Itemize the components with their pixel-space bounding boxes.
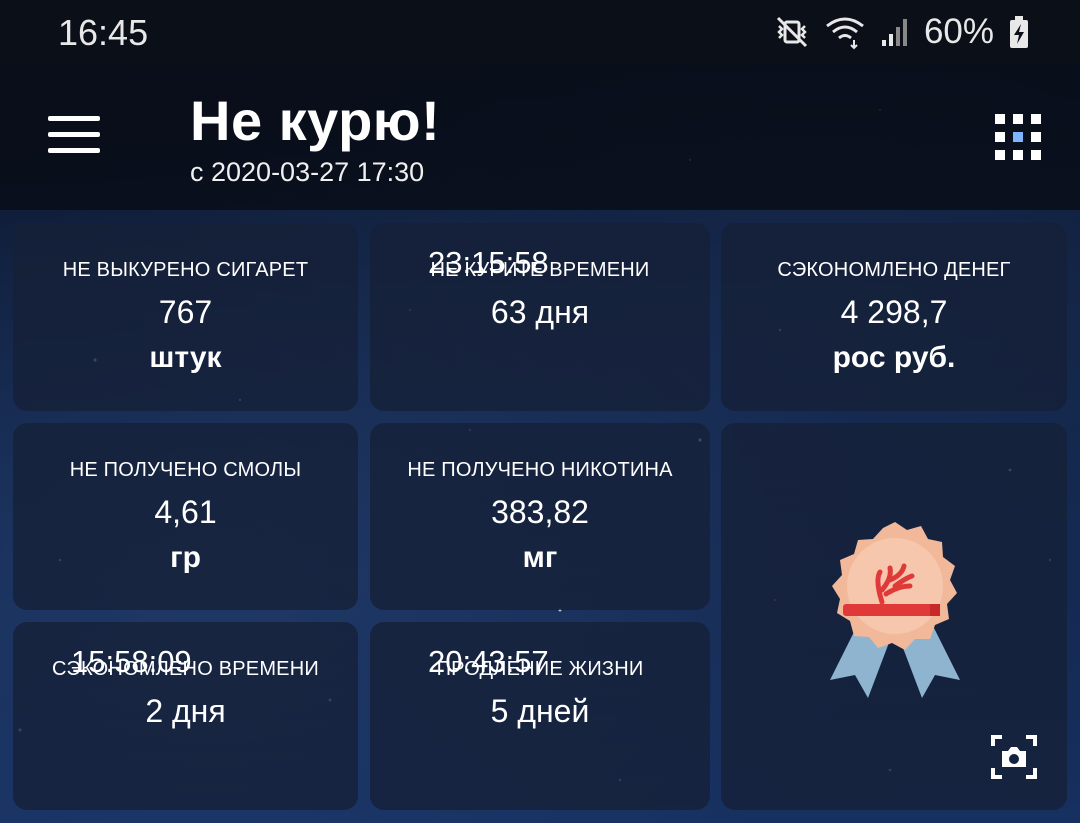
card-value: 383,82 — [491, 494, 589, 530]
menu-button[interactable] — [48, 116, 100, 156]
card-value: 5 дней — [490, 693, 590, 729]
card-timer: 20:43:57 — [428, 644, 549, 679]
card-value: 2 дня — [145, 693, 226, 729]
card-nicotine[interactable]: НЕ ПОЛУЧЕНО НИКОТИНА 383,82 мг — [370, 423, 710, 610]
quit-date: с 2020-03-27 17:30 — [190, 157, 425, 187]
status-time: 16:45 — [58, 12, 149, 53]
signal-icon — [881, 19, 907, 46]
card-cigarettes[interactable]: НЕ ВЫКУРЕНО СИГАРЕТ 767 штук — [13, 223, 358, 411]
hamburger-line — [48, 132, 100, 137]
card-label: НЕ ПОЛУЧЕНО НИКОТИНА — [407, 459, 673, 481]
card-time-not-smoking[interactable]: НЕ КУРИТЕ ВРЕМЕНИ 63 дня 23:15:58 — [370, 223, 710, 411]
medal-icon — [830, 522, 960, 698]
card-value: 4 298,7 — [840, 294, 948, 330]
card-value: 767 — [158, 294, 213, 330]
app-bar: Не курю! с 2020-03-27 17:30 — [0, 64, 1080, 210]
card-life-extension[interactable]: ПРОДЛЕНИЕ ЖИЗНИ 5 дней 20:43:57 — [370, 622, 710, 810]
camera-icon — [991, 735, 1037, 779]
card-timer: 23:15:58 — [428, 245, 549, 280]
card-label: НЕ ПОЛУЧЕНО СМОЛЫ — [69, 459, 302, 481]
battery-charging-icon — [1010, 16, 1028, 48]
app-title: Не курю! — [190, 89, 441, 152]
card-value: 63 дня — [490, 294, 590, 330]
card-label: СЭКОНОМЛЕНО ДЕНЕГ — [777, 259, 1011, 281]
card-label: НЕ ВЫКУРЕНО СИГАРЕТ — [62, 259, 309, 281]
wifi-icon — [826, 17, 864, 50]
card-tar[interactable]: НЕ ПОЛУЧЕНО СМОЛЫ 4,61 гр — [13, 423, 358, 610]
card-value: 4,61 — [154, 494, 217, 530]
camera-button[interactable] — [990, 734, 1038, 780]
grid-view-button[interactable] — [995, 114, 1041, 160]
card-money-saved[interactable]: СЭКОНОМЛЕНО ДЕНЕГ 4 298,7 рос руб. — [721, 223, 1067, 411]
card-unit: рос руб. — [832, 341, 956, 374]
battery-percent: 60% — [923, 12, 994, 51]
card-unit: мг — [522, 541, 558, 574]
vibrate-icon — [776, 16, 807, 48]
card-unit: штук — [149, 341, 222, 374]
card-unit: гр — [170, 541, 201, 574]
hamburger-menu-icon — [48, 116, 100, 121]
status-icons: 60% — [774, 12, 1030, 52]
card-time-saved[interactable]: СЭКОНОМЛЕНО ВРЕМЕНИ 2 дня 15:58:09 — [13, 622, 358, 810]
status-bar: 16:45 60% — [0, 0, 1080, 64]
card-timer: 15:58:09 — [71, 644, 192, 679]
hamburger-line — [48, 148, 100, 153]
